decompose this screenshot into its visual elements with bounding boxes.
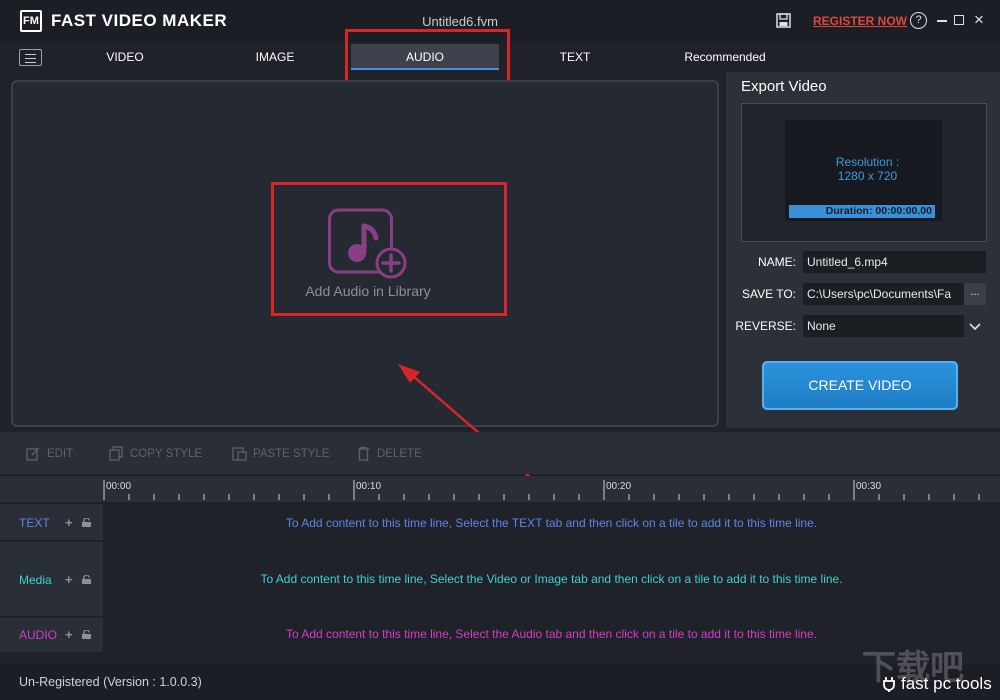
audio-track-add-icon[interactable]: + bbox=[65, 628, 73, 641]
resolution-value: 1280 x 720 bbox=[837, 169, 898, 183]
tab-audio[interactable]: AUDIO bbox=[351, 44, 499, 70]
tab-image[interactable]: IMAGE bbox=[230, 44, 320, 70]
delete-button[interactable]: DELETE bbox=[356, 446, 422, 461]
edit-label: EDIT bbox=[47, 447, 74, 460]
resolution-label: Resolution : bbox=[835, 155, 900, 169]
duration-text: Duration: 00:00:00.00 bbox=[825, 205, 932, 217]
copy-icon bbox=[109, 446, 123, 461]
media-track-lock-icon[interactable] bbox=[81, 575, 92, 584]
text-track-add-icon[interactable]: + bbox=[65, 516, 73, 529]
reverse-select[interactable]: None bbox=[803, 315, 986, 337]
audio-track-lock-icon[interactable] bbox=[81, 630, 92, 639]
text-track-message: To Add content to this time line, Select… bbox=[285, 516, 818, 530]
text-track-label: TEXT bbox=[19, 516, 50, 530]
copy-style-button[interactable]: COPY STYLE bbox=[109, 446, 202, 461]
plug-icon bbox=[883, 677, 895, 692]
browse-button[interactable]: ... bbox=[964, 283, 986, 305]
save-to-label: SAVE TO: bbox=[741, 287, 796, 301]
version-status: Un-Registered (Version : 1.0.0.3) bbox=[19, 675, 202, 689]
help-icon[interactable]: ? bbox=[910, 12, 927, 29]
ruler-label: 00:20 bbox=[606, 481, 632, 492]
name-field[interactable]: Untitled_6.mp4 bbox=[803, 251, 986, 273]
resolution-text: Resolution : 1280 x 720 bbox=[785, 155, 950, 183]
brand-logo: fast pc tools bbox=[882, 674, 992, 694]
chevron-down-icon[interactable] bbox=[964, 315, 986, 337]
text-track-lock-icon[interactable] bbox=[81, 518, 92, 527]
media-track-message: To Add content to this time line, Select… bbox=[260, 572, 843, 586]
menu-icon[interactable] bbox=[19, 49, 42, 66]
paste-style-label: PASTE STYLE bbox=[253, 447, 330, 460]
tab-text[interactable]: TEXT bbox=[530, 44, 620, 70]
minimize-icon[interactable] bbox=[937, 20, 947, 22]
audio-track-label: AUDIO bbox=[19, 628, 58, 642]
ruler-label: 00:00 bbox=[106, 481, 132, 492]
save-to-field[interactable]: C:\Users\pc\Documents\Fa bbox=[803, 283, 964, 305]
tab-recommended[interactable]: Recommended bbox=[670, 44, 780, 70]
edit-button[interactable]: EDIT bbox=[26, 446, 73, 461]
export-title: Export Video bbox=[741, 78, 827, 95]
ruler-label: 00:10 bbox=[356, 481, 382, 492]
register-now-link[interactable]: REGISTER NOW bbox=[813, 14, 907, 28]
brand-text: fast pc tools bbox=[901, 674, 992, 693]
music-note-add-icon[interactable] bbox=[328, 208, 408, 280]
paste-icon bbox=[232, 447, 247, 461]
paste-style-button[interactable]: PASTE STYLE bbox=[232, 446, 329, 461]
close-icon[interactable]: × bbox=[974, 10, 984, 30]
tab-video[interactable]: VIDEO bbox=[80, 44, 170, 70]
trash-icon bbox=[358, 446, 369, 461]
media-track-label: Media bbox=[19, 573, 52, 587]
copy-style-label: COPY STYLE bbox=[130, 447, 203, 460]
name-label: NAME: bbox=[757, 255, 796, 269]
maximize-icon[interactable] bbox=[954, 15, 964, 25]
audio-track-message: To Add content to this time line, Select… bbox=[286, 627, 817, 641]
ruler-label: 00:30 bbox=[856, 481, 882, 492]
edit-icon bbox=[26, 447, 40, 461]
media-track-add-icon[interactable]: + bbox=[65, 573, 73, 586]
save-icon[interactable] bbox=[776, 13, 791, 28]
ruler-ticks bbox=[103, 480, 980, 500]
add-audio-label: Add Audio in Library bbox=[305, 283, 431, 299]
delete-label: DELETE bbox=[377, 447, 422, 460]
reverse-label: REVERSE: bbox=[735, 319, 796, 333]
create-video-button[interactable]: CREATE VIDEO bbox=[762, 361, 958, 410]
